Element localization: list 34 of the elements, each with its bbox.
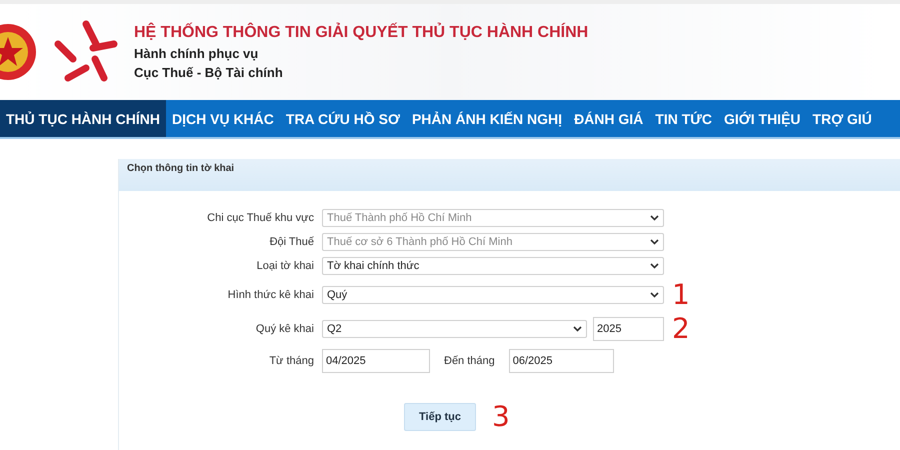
chevron-icon xyxy=(573,326,582,332)
nav-tab[interactable]: TRỢ GIÚ xyxy=(806,100,878,137)
nav-tab[interactable]: TIN TỨC xyxy=(649,100,718,137)
site-subtitle: Hành chính phục vụ xyxy=(134,46,260,61)
site-title: HỆ THỐNG THÔNG TIN GIẢI QUYẾT THỦ TỤC HÀNH CHÍNH xyxy=(134,24,588,42)
field-label: Loại tờ khai xyxy=(256,260,314,272)
nav-tab[interactable]: GIỚI THIỆU xyxy=(718,100,807,137)
date-field[interactable]: 06/2025 xyxy=(508,349,614,373)
annotation-number: 2 xyxy=(672,315,691,343)
chevron-icon xyxy=(650,215,659,221)
field-label: Chi cục Thuế khu vực xyxy=(206,212,314,224)
nav-tab[interactable]: ĐÁNH GIÁ xyxy=(568,100,650,137)
nav-tab[interactable]: PHẢN ÁNH KIẾN NGHỊ xyxy=(406,100,568,137)
dropdown[interactable]: Quý xyxy=(322,286,664,304)
field-label: Từ tháng xyxy=(268,355,314,367)
chevron-icon xyxy=(650,292,659,298)
nav-tab[interactable]: DỊCH VỤ KHÁC xyxy=(166,100,280,137)
chevron-icon xyxy=(650,263,659,269)
year-field[interactable]: 2025 xyxy=(593,317,664,341)
dropdown[interactable]: Q2 xyxy=(322,320,587,338)
field-label: Hình thức kê khai xyxy=(226,289,314,301)
agency-name: Cục Thuế - Bộ Tài chính xyxy=(134,65,284,80)
annotation-number: 3 xyxy=(492,403,510,431)
annotation-number: 1 xyxy=(672,281,691,309)
date-field[interactable]: 04/2025 xyxy=(322,349,430,373)
nav-tab[interactable]: TRA CỨU HỒ SƠ xyxy=(280,100,406,137)
field-label: Đội Thuế xyxy=(268,236,314,248)
field-label: Quý kê khai xyxy=(254,323,314,335)
nav-tab[interactable]: THỦ TỤC HÀNH CHÍNH xyxy=(0,100,166,137)
panel-title: Chọn thông tin tờ khai xyxy=(127,163,234,174)
continue-button[interactable]: Tiếp tục xyxy=(404,403,476,431)
chevron-icon xyxy=(650,239,659,245)
dropdown[interactable]: Tờ khai chính thức xyxy=(322,257,664,275)
field-label: Đến tháng xyxy=(443,355,496,367)
